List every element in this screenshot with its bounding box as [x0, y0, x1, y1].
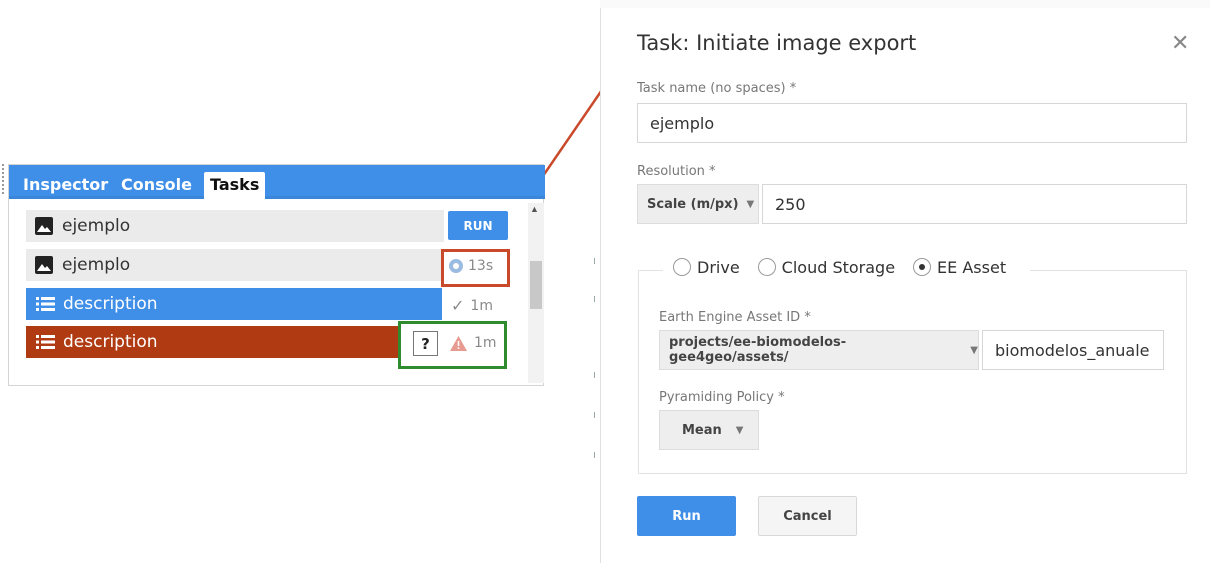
tab-bar: Inspector Console Tasks	[9, 165, 545, 199]
task-name: ejemplo	[62, 255, 131, 275]
task-row-failed[interactable]: description	[26, 326, 400, 358]
tab-inspector[interactable]: Inspector	[17, 172, 114, 199]
resolution-value-input[interactable]: 250	[762, 184, 1187, 224]
image-icon	[35, 256, 53, 274]
task-row-unsubmitted[interactable]: ejemplo	[26, 210, 444, 242]
resolution-mode-dropdown[interactable]: Scale (m/px) ▼	[637, 184, 759, 224]
failed-highlight-box	[398, 321, 507, 369]
chevron-down-icon: ▼	[746, 198, 755, 210]
task-name: description	[63, 294, 158, 314]
chevron-down-icon: ▼	[735, 424, 744, 436]
radio-ee-asset[interactable]	[913, 258, 932, 276]
task-row-running[interactable]: ejemplo	[26, 249, 444, 281]
asset-name-input[interactable]: biomodelos_anuale	[982, 330, 1164, 370]
cancel-button[interactable]: Cancel	[758, 496, 857, 536]
list-icon	[36, 335, 55, 349]
asset-root-value: projects/ee-biomodelos-gee4geo/assets/	[669, 335, 847, 365]
task-name: ejemplo	[62, 216, 131, 236]
elapsed-time: 1m	[470, 297, 493, 314]
asset-root-dropdown[interactable]: projects/ee-biomodelos-gee4geo/assets/ ▼	[659, 330, 979, 370]
pyramiding-dropdown[interactable]: Mean ▼	[659, 410, 759, 450]
radio-drive[interactable]	[673, 258, 691, 276]
tasks-panel: Inspector Console Tasks ejemplo RUN ejem…	[8, 164, 545, 386]
background-window-edge	[600, 0, 1210, 8]
radio-label-drive: Drive	[697, 257, 740, 277]
panel-edge-dots	[2, 164, 5, 194]
asset-id-label: Earth Engine Asset ID *	[659, 310, 811, 325]
chevron-down-icon: ▼	[970, 344, 978, 356]
running-highlight-box	[441, 249, 510, 287]
radio-label-cloud-storage: Cloud Storage	[781, 257, 896, 277]
dialog-title: Task: Initiate image export	[637, 31, 917, 55]
image-icon	[35, 217, 53, 235]
close-icon[interactable]: ✕	[1171, 30, 1189, 56]
scroll-up-icon[interactable]: ▲	[530, 204, 539, 214]
tab-console[interactable]: Console	[115, 172, 198, 199]
task-status-completed: ✓ 1m	[451, 296, 493, 315]
task-name-label: Task name (no spaces) *	[637, 81, 797, 96]
scrollbar-thumb[interactable]	[530, 261, 542, 309]
task-name: description	[63, 332, 158, 352]
pyramiding-value: Mean	[682, 422, 722, 438]
resolution-label: Resolution *	[637, 164, 716, 179]
run-button[interactable]: Run	[637, 496, 736, 536]
destination-radio-group: Drive Cloud Storage EE Asset	[663, 253, 1031, 281]
resolution-mode-value: Scale (m/px)	[647, 196, 739, 212]
check-icon: ✓	[451, 296, 465, 315]
pyramiding-label: Pyramiding Policy *	[659, 390, 785, 405]
radio-cloud-storage[interactable]	[757, 258, 776, 276]
radio-label-ee-asset: EE Asset	[937, 257, 1007, 277]
task-row-completed[interactable]: description	[26, 288, 442, 320]
task-name-input[interactable]: ejemplo	[637, 103, 1187, 143]
tab-tasks[interactable]: Tasks	[204, 172, 266, 199]
list-icon	[36, 297, 55, 311]
export-dialog: Task: Initiate image export ✕ Task name …	[600, 8, 1205, 563]
run-task-button[interactable]: RUN	[448, 211, 508, 240]
